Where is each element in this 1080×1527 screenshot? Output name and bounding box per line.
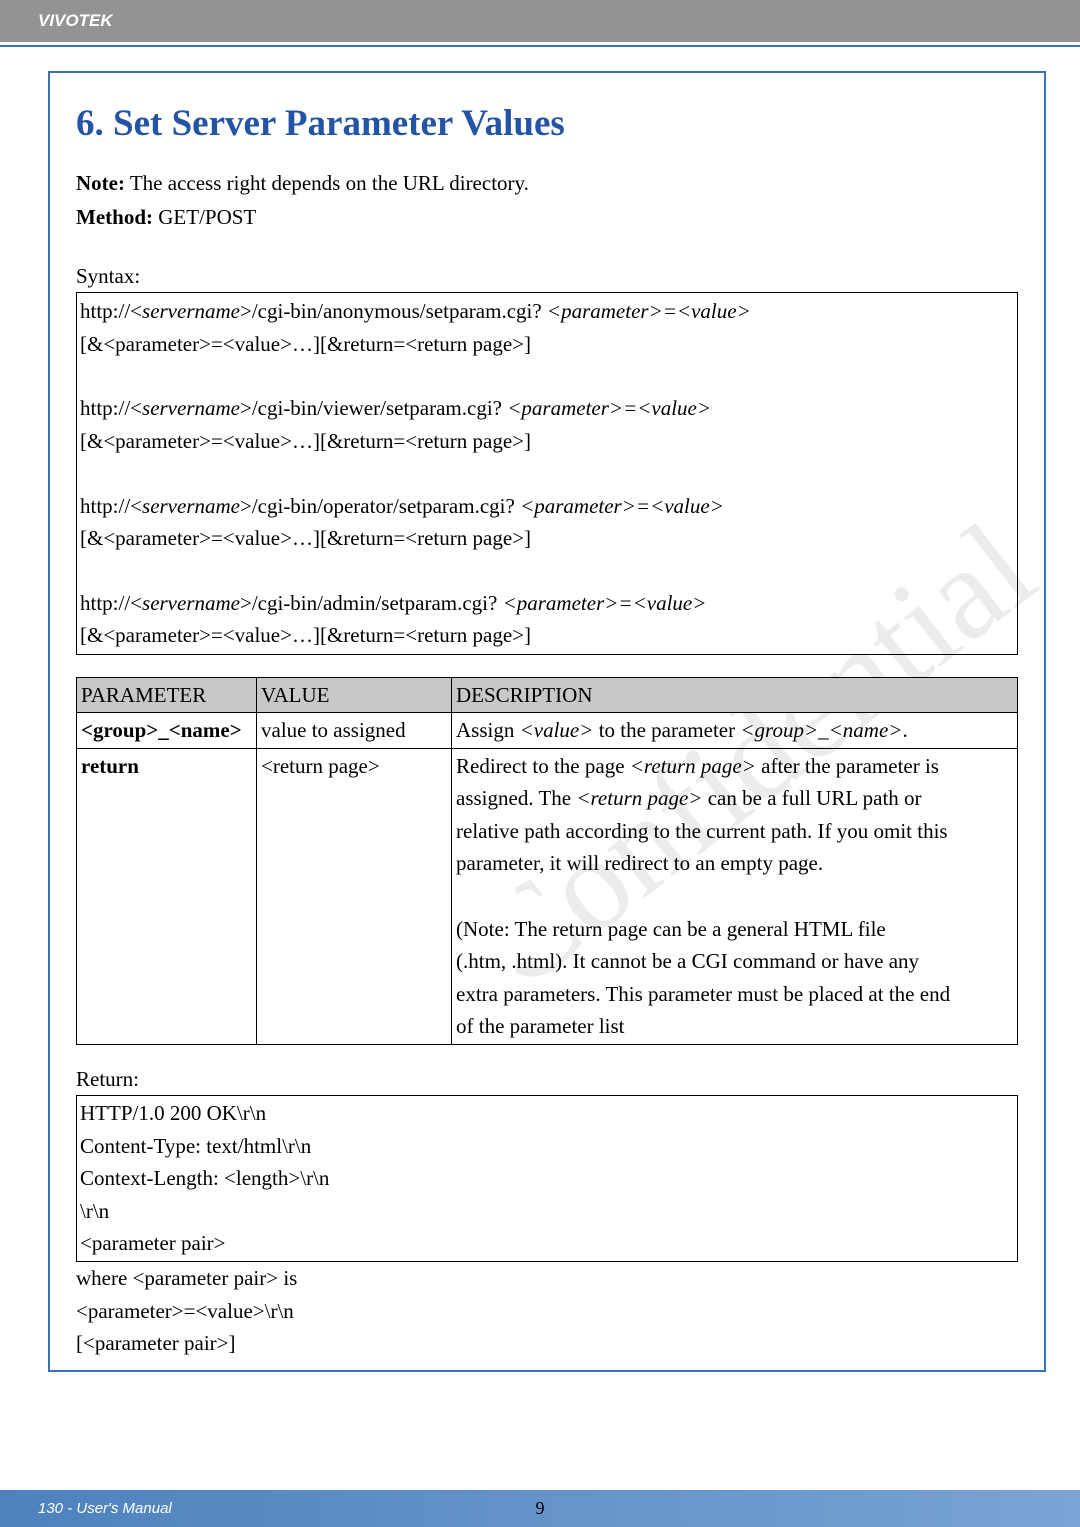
return-line: Context-Length: <length>\r\n (80, 1162, 1014, 1195)
param-ital: <parameter>=<value> (547, 299, 751, 323)
syntax-line: [&<parameter>=<value>…][&return=<return … (80, 619, 1014, 652)
syntax-line: http://<servername>/cgi-bin/viewer/setpa… (80, 392, 1014, 425)
return-box: HTTP/1.0 200 OK\r\n Content-Type: text/h… (76, 1095, 1018, 1262)
param-ital: <parameter>=<value> (520, 494, 724, 518)
note-text: The access right depends on the URL dire… (125, 171, 529, 195)
note-line: Note: The access right depends on the UR… (76, 167, 1018, 200)
method-label: Method: (76, 205, 153, 229)
return-line: <parameter pair> (80, 1227, 1014, 1260)
t: can be a full URL path or (702, 786, 921, 810)
t: after the parameter is (756, 754, 939, 778)
i: <group>_<name> (740, 718, 902, 742)
syntax-line: [&<parameter>=<value>…][&return=<return … (80, 522, 1014, 555)
return-where-line: [<parameter pair>] (76, 1327, 1018, 1360)
return-label: Return: (76, 1063, 1018, 1096)
param-name: return (81, 754, 139, 778)
brand-text: VIVOTEK (38, 11, 113, 30)
table-header-row: PARAMETER VALUE DESCRIPTION (77, 677, 1018, 713)
t: >/cgi-bin/anonymous/setparam.cgi? (240, 299, 547, 323)
servername-ital: servername (142, 494, 240, 518)
i: <value> (520, 718, 594, 742)
t: >/cgi-bin/operator/setparam.cgi? (240, 494, 520, 518)
content-frame: Confidential 6. Set Server Parameter Val… (48, 71, 1046, 1371)
servername-ital: servername (142, 396, 240, 420)
syntax-line: http://<servername>/cgi-bin/anonymous/se… (80, 295, 1014, 328)
syntax-line: http://<servername>/cgi-bin/admin/setpar… (80, 587, 1014, 620)
cell-desc: Redirect to the page <return page> after… (452, 748, 1018, 1044)
t: of the parameter list (456, 1010, 1013, 1043)
t: relative path according to the current p… (456, 815, 1013, 848)
t: . (902, 718, 907, 742)
cell-param: <group>_<name> (77, 713, 257, 749)
return-line: Content-Type: text/html\r\n (80, 1130, 1014, 1163)
cell-value: value to assigned (257, 713, 452, 749)
method-line: Method: GET/POST (76, 201, 1018, 234)
return-line: HTTP/1.0 200 OK\r\n (80, 1097, 1014, 1130)
table-row: return <return page> Redirect to the pag… (77, 748, 1018, 1044)
page-number: 9 (536, 1495, 545, 1523)
t: (.htm, .html). It cannot be a CGI comman… (456, 945, 1013, 978)
i: <return page> (630, 754, 756, 778)
t: >/cgi-bin/admin/setparam.cgi? (240, 591, 503, 615)
cell-value: <return page> (257, 748, 452, 1044)
method-value: GET/POST (153, 205, 256, 229)
section-title: 6. Set Server Parameter Values (76, 95, 1018, 152)
footer-left: 130 - User's Manual (38, 1500, 172, 1517)
param-ital: <parameter>=<value> (507, 396, 711, 420)
th-value: VALUE (257, 677, 452, 713)
table-row: <group>_<name> value to assigned Assign … (77, 713, 1018, 749)
syntax-line: http://<servername>/cgi-bin/operator/set… (80, 490, 1014, 523)
parameter-table: PARAMETER VALUE DESCRIPTION <group>_<nam… (76, 677, 1018, 1045)
t: http://< (80, 494, 142, 518)
t: (Note: The return page can be a general … (456, 913, 1013, 946)
syntax-line: [&<parameter>=<value>…][&return=<return … (80, 328, 1014, 361)
t: >/cgi-bin/viewer/setparam.cgi? (240, 396, 507, 420)
brand-header: VIVOTEK (0, 0, 1080, 42)
note-label: Note: (76, 171, 125, 195)
param-ital: <parameter>=<value> (503, 591, 707, 615)
t: http://< (80, 591, 142, 615)
syntax-label: Syntax: (76, 260, 1018, 293)
th-description: DESCRIPTION (452, 677, 1018, 713)
cell-desc: Assign <value> to the parameter <group>_… (452, 713, 1018, 749)
syntax-box: http://<servername>/cgi-bin/anonymous/se… (76, 292, 1018, 654)
param-name: <group>_<name> (81, 718, 242, 742)
header-rule (0, 45, 1080, 47)
servername-ital: servername (142, 299, 240, 323)
t: Redirect to the page (456, 754, 630, 778)
t: http://< (80, 396, 142, 420)
t: extra parameters. This parameter must be… (456, 978, 1013, 1011)
t: Assign (456, 718, 520, 742)
return-line: \r\n (80, 1195, 1014, 1228)
cell-param: return (77, 748, 257, 1044)
return-where-line: where <parameter pair> is (76, 1262, 1018, 1295)
t: parameter, it will redirect to an empty … (456, 847, 1013, 880)
servername-ital: servername (142, 591, 240, 615)
return-where-line: <parameter>=<value>\r\n (76, 1295, 1018, 1328)
syntax-line: [&<parameter>=<value>…][&return=<return … (80, 425, 1014, 458)
i: <return page> (576, 786, 702, 810)
th-parameter: PARAMETER (77, 677, 257, 713)
t: to the parameter (593, 718, 740, 742)
t: http://< (80, 299, 142, 323)
t: assigned. The (456, 786, 576, 810)
